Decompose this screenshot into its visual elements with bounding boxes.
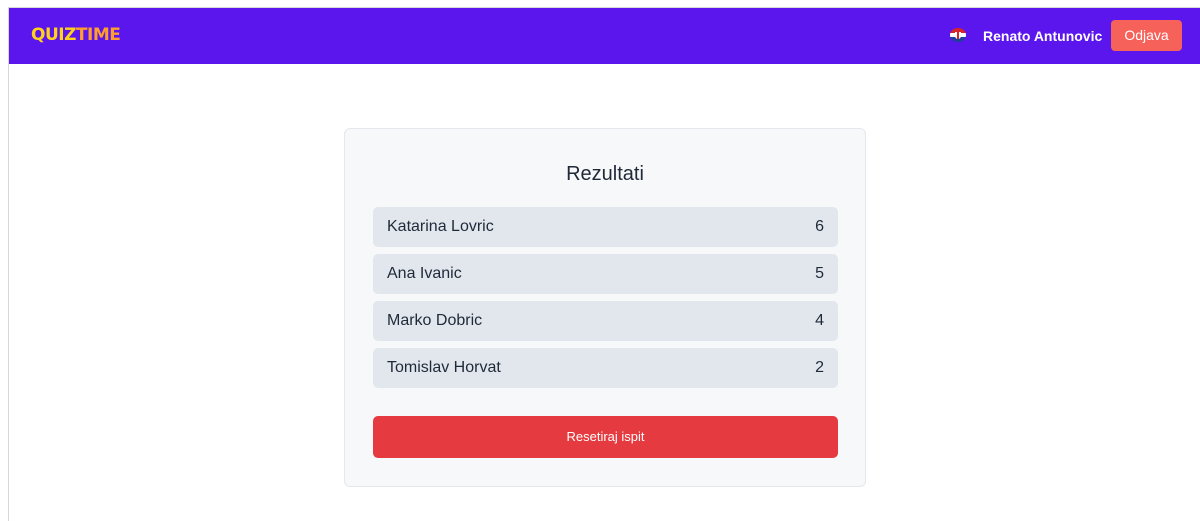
results-list: Katarina Lovric 6 Ana Ivanic 5 Marko Dob…: [373, 207, 838, 395]
list-item: Katarina Lovric 6: [373, 207, 838, 247]
list-item: Tomislav Horvat 2: [373, 348, 838, 388]
participant-name: Ana Ivanic: [387, 265, 462, 282]
participant-score: 4: [815, 312, 824, 329]
browser-viewport: QUIZTIME Renato Antunovic Odjava Rezulta…: [8, 7, 1200, 521]
participant-score: 5: [815, 265, 824, 282]
logout-button[interactable]: Odjava: [1111, 20, 1182, 51]
list-item: Marko Dobric 4: [373, 301, 838, 341]
list-item: Ana Ivanic 5: [373, 254, 838, 294]
navbar: QUIZTIME Renato Antunovic Odjava: [9, 8, 1200, 64]
participant-name: Katarina Lovric: [387, 218, 494, 235]
reset-exam-button[interactable]: Resetiraj ispit: [373, 416, 838, 458]
results-title: Rezultati: [566, 163, 644, 185]
quiztime-logo[interactable]: QUIZTIME: [31, 25, 121, 45]
participant-score: 6: [815, 218, 824, 235]
croatia-flag-icon: [950, 28, 966, 42]
participant-score: 2: [815, 359, 824, 376]
participant-name: Tomislav Horvat: [387, 359, 501, 376]
logo-text-part2: TIME: [75, 25, 121, 45]
user-name: Renato Antunovic: [983, 28, 1103, 44]
results-card: Rezultati Katarina Lovric 6 Ana Ivanic 5…: [344, 128, 866, 487]
participant-name: Marko Dobric: [387, 312, 483, 329]
logo-text-part1: QUIZ: [31, 25, 76, 45]
